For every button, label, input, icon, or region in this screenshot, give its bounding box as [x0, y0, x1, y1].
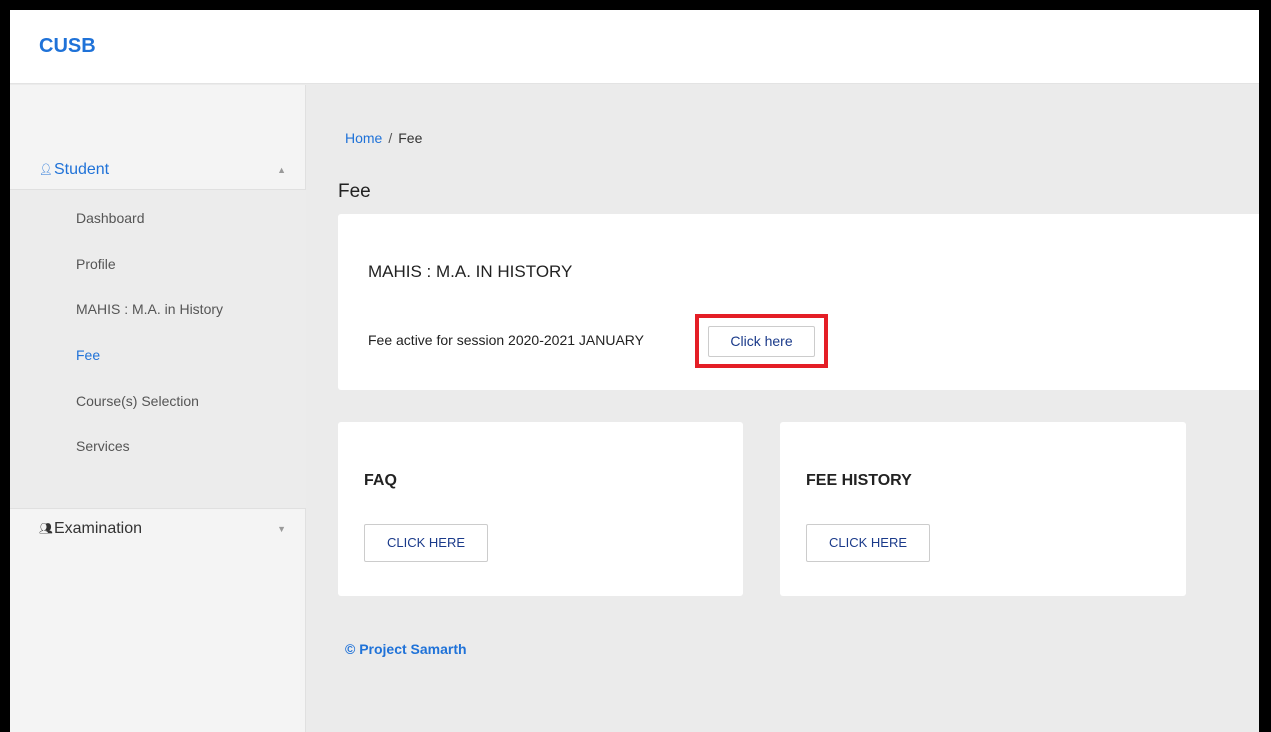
page-title: Fee — [338, 181, 371, 202]
faq-button[interactable]: CLICK HERE — [364, 524, 488, 562]
student-submenu: Dashboard Profile MAHIS : M.A. in Histor… — [10, 190, 306, 508]
sidebar-item-course-selection[interactable]: Course(s) Selection — [76, 393, 199, 409]
app-window: CUSB 👤︎ Student ▲ Dashboard Profile MAHI… — [10, 10, 1259, 732]
sidebar-menu-label: Student — [53, 160, 110, 178]
main-content: Home / Fee Fee MAHIS : M.A. IN HISTORY Fee… — [307, 85, 1259, 732]
sidebar-menu-label: Examination — [53, 519, 143, 537]
sidebar-item-services[interactable]: Services — [76, 438, 130, 454]
sidebar-item-fee[interactable]: Fee — [76, 347, 100, 363]
program-title: MAHIS : M.A. IN HISTORY — [368, 262, 573, 281]
chevron-down-icon: ▼ — [277, 523, 286, 534]
sidebar-item-dashboard[interactable]: Dashboard — [76, 210, 145, 226]
fee-session-text: Fee active for session 2020-2021 JANUARY — [368, 332, 644, 348]
breadcrumb: Home / Fee — [345, 130, 422, 146]
fee-history-card: FEE HISTORY CLICK HERE — [780, 422, 1186, 596]
program-card: MAHIS : M.A. IN HISTORY Fee active for s… — [338, 214, 1259, 390]
chevron-up-icon: ▲ — [277, 164, 286, 175]
top-bar: CUSB — [10, 10, 1259, 84]
sidebar-menu-student[interactable]: 👤︎ Student ▲ — [10, 150, 306, 190]
faq-title: FAQ — [364, 472, 397, 489]
sidebar-menu-examination[interactable]: 👥︎ Examination ▼ — [10, 508, 306, 548]
highlight-box — [695, 314, 828, 368]
sidebar: 👤︎ Student ▲ Dashboard Profile MAHIS : M… — [10, 85, 306, 732]
fee-history-title: FEE HISTORY — [806, 472, 912, 489]
breadcrumb-home[interactable]: Home — [345, 130, 382, 146]
sidebar-item-program[interactable]: MAHIS : M.A. in History — [76, 301, 223, 317]
people-icon: 👥︎ — [39, 523, 53, 535]
fee-history-button[interactable]: CLICK HERE — [806, 524, 930, 562]
brand-logo[interactable]: CUSB — [39, 35, 96, 58]
person-icon: 👤︎ — [39, 164, 53, 176]
footer-link[interactable]: © Project Samarth — [345, 641, 467, 657]
breadcrumb-separator: / — [388, 130, 393, 146]
breadcrumb-current: Fee — [398, 130, 423, 146]
sidebar-item-profile[interactable]: Profile — [76, 256, 116, 272]
faq-card: FAQ CLICK HERE — [338, 422, 743, 596]
